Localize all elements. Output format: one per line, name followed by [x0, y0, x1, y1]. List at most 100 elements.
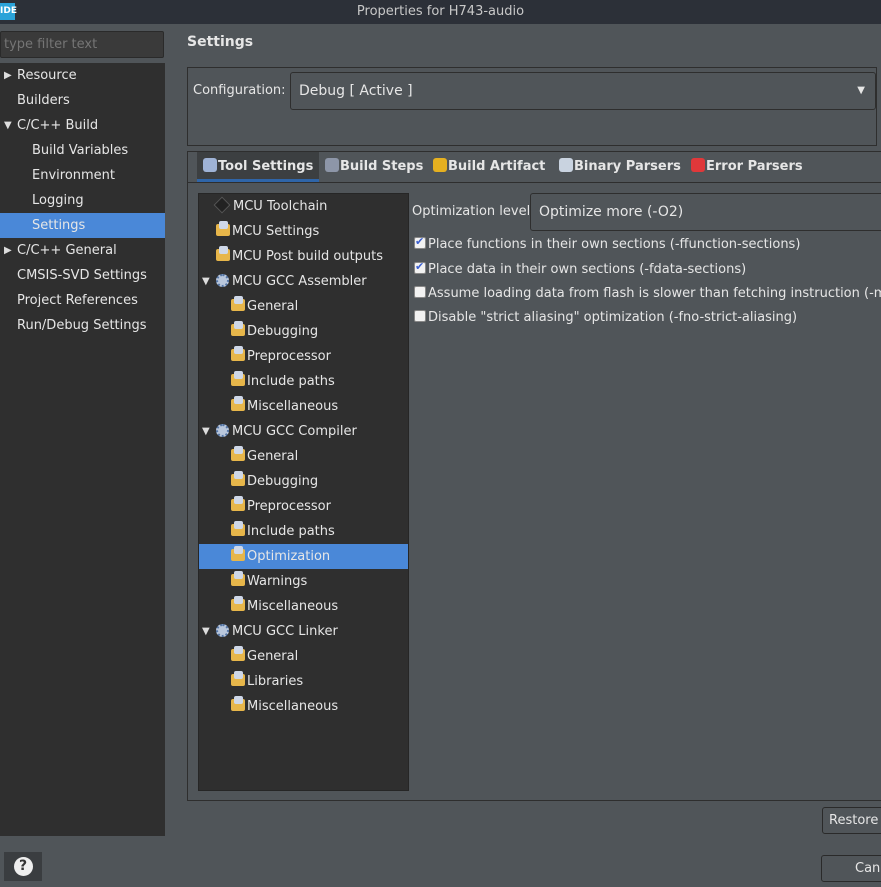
tool-tree-item[interactable]: Warnings [199, 569, 408, 594]
tool-tree-item[interactable]: Miscellaneous [199, 694, 408, 719]
tool-tree-item[interactable]: Miscellaneous [199, 394, 408, 419]
nav-item[interactable]: CMSIS-SVD Settings [0, 263, 165, 288]
nav-item-label: Settings [32, 218, 86, 233]
tool-tree-item[interactable]: Include paths [199, 519, 408, 544]
nav-item[interactable]: Environment [0, 163, 165, 188]
tool-tree-label: Preprocessor [247, 349, 331, 364]
nav-item[interactable]: Settings [0, 213, 165, 238]
tool-gear-icon [216, 624, 229, 637]
folder-settings-icon [231, 446, 245, 461]
tool-tree-item[interactable]: Libraries [199, 669, 408, 694]
tool-tree-label: Miscellaneous [247, 599, 339, 614]
restore-defaults-button[interactable]: Restore [822, 807, 881, 834]
tool-tree-item[interactable]: General [199, 644, 408, 669]
tool-tree-item[interactable]: Optimization [199, 544, 408, 569]
nav-item[interactable]: Logging [0, 188, 165, 213]
tool-tree-label: Include paths [247, 374, 335, 389]
checkbox-unchecked-icon[interactable] [414, 310, 426, 322]
checkbox-checked-icon[interactable] [414, 235, 426, 249]
tool-settings-icon [203, 158, 217, 172]
tool-tree-label: Preprocessor [247, 499, 331, 514]
tool-tree-item[interactable]: ▼ MCU GCC Assembler [199, 269, 408, 294]
optimization-level-select[interactable]: Optimize more (-O2) [530, 193, 881, 231]
tool-tree-label: MCU Toolchain [233, 199, 328, 214]
configuration-select[interactable]: Debug [ Active ] ▼ [290, 72, 876, 110]
cancel-button[interactable]: Cancel [821, 855, 881, 882]
tab-tool-settings[interactable]: Tool Settings [197, 152, 320, 182]
window-title: Properties for H743-audio [356, 4, 525, 19]
folder-settings-icon [231, 696, 245, 711]
configuration-value: Debug [ Active ] [299, 83, 413, 99]
tool-tree-item[interactable]: Preprocessor [199, 344, 408, 369]
binary-file-icon [559, 158, 573, 172]
tool-tree-label: Miscellaneous [247, 399, 339, 414]
tool-tree-label: MCU GCC Assembler [232, 274, 367, 289]
nav-item[interactable]: Run/Debug Settings [0, 313, 165, 338]
option-label: Place data in their own sections (-fdata… [428, 262, 747, 277]
folder-settings-icon [231, 546, 245, 561]
chevron-down-icon: ▼ [857, 85, 865, 96]
folder-settings-icon [231, 521, 245, 536]
tool-tree-label: Warnings [247, 574, 308, 589]
nav-item[interactable]: ▶ Resource [0, 63, 165, 88]
tool-tree-item[interactable]: Preprocessor [199, 494, 408, 519]
option-label: Place functions in their own sections (-… [428, 237, 801, 252]
tool-tree-item[interactable]: MCU Toolchain [199, 194, 408, 219]
checkbox-unchecked-icon[interactable] [414, 286, 426, 298]
tool-tree-item[interactable]: Debugging [199, 469, 408, 494]
tool-tree-item[interactable]: ▼ MCU GCC Linker [199, 619, 408, 644]
tool-tree-label: MCU Settings [232, 224, 320, 239]
error-icon [691, 158, 705, 172]
tab-error-parsers[interactable]: Error Parsers [685, 152, 809, 182]
checkbox-checked-icon[interactable] [414, 260, 426, 274]
tool-tree-item[interactable]: General [199, 444, 408, 469]
option-checkbox[interactable]: Place functions in their own sections (-… [414, 235, 801, 252]
page-title: Settings [187, 34, 254, 50]
tab-binary-parsers[interactable]: Binary Parsers [553, 152, 687, 182]
option-checkbox[interactable]: Disable "strict aliasing" optimization (… [414, 310, 797, 325]
help-button[interactable]: ? [4, 852, 42, 881]
folder-settings-icon [231, 396, 245, 411]
tool-tree-item[interactable]: MCU Settings [199, 219, 408, 244]
nav-item-label: Environment [32, 168, 116, 183]
tool-tree-label: General [247, 449, 299, 464]
tool-tree-item[interactable]: General [199, 294, 408, 319]
folder-settings-icon [231, 571, 245, 586]
nav-item[interactable]: ▶ C/C++ General [0, 238, 165, 263]
tool-tree-label: Optimization [247, 549, 331, 564]
tool-tree-item[interactable]: Miscellaneous [199, 594, 408, 619]
filter-input[interactable] [0, 31, 164, 58]
nav-item[interactable]: ▼ C/C++ Build [0, 113, 165, 138]
chevron-down-icon[interactable]: ▼ [202, 269, 210, 294]
tool-gear-icon [216, 274, 229, 287]
tool-tree-item[interactable]: Debugging [199, 319, 408, 344]
tool-tree-item[interactable]: Include paths [199, 369, 408, 394]
option-checkbox[interactable]: Assume loading data from flash is slower… [414, 286, 881, 301]
tab-build-artifact[interactable]: Build Artifact [427, 152, 551, 182]
nav-item-label: C/C++ General [17, 243, 117, 258]
chevron-right-icon[interactable]: ▶ [4, 238, 12, 263]
option-checkbox[interactable]: Place data in their own sections (-fdata… [414, 260, 747, 277]
nav-item[interactable]: Project References [0, 288, 165, 313]
tab-build-steps[interactable]: Build Steps [319, 152, 429, 182]
tool-tree-label: Debugging [247, 324, 319, 339]
chevron-right-icon[interactable]: ▶ [4, 63, 12, 88]
folder-settings-icon [231, 646, 245, 661]
nav-item-label: Builders [17, 93, 70, 108]
folder-settings-icon [231, 371, 245, 386]
chevron-down-icon[interactable]: ▼ [202, 619, 210, 644]
option-label: Assume loading data from flash is slower… [428, 286, 881, 301]
tool-tree-label: General [247, 649, 299, 664]
chevron-down-icon[interactable]: ▼ [202, 419, 210, 444]
chevron-down-icon[interactable]: ▼ [4, 113, 12, 138]
folder-settings-icon [216, 246, 230, 261]
tool-tree-item[interactable]: MCU Post build outputs [199, 244, 408, 269]
build-steps-icon [325, 158, 339, 172]
property-nav-tree: ▶ Resource Builders ▼ C/C++ Build Build Varia… [0, 63, 165, 836]
tool-tree-item[interactable]: ▼ MCU GCC Compiler [199, 419, 408, 444]
tool-gear-icon [216, 424, 229, 437]
tool-tree-label: MCU GCC Linker [232, 624, 338, 639]
nav-item[interactable]: Builders [0, 88, 165, 113]
nav-item-label: Run/Debug Settings [17, 318, 147, 333]
nav-item[interactable]: Build Variables [0, 138, 165, 163]
